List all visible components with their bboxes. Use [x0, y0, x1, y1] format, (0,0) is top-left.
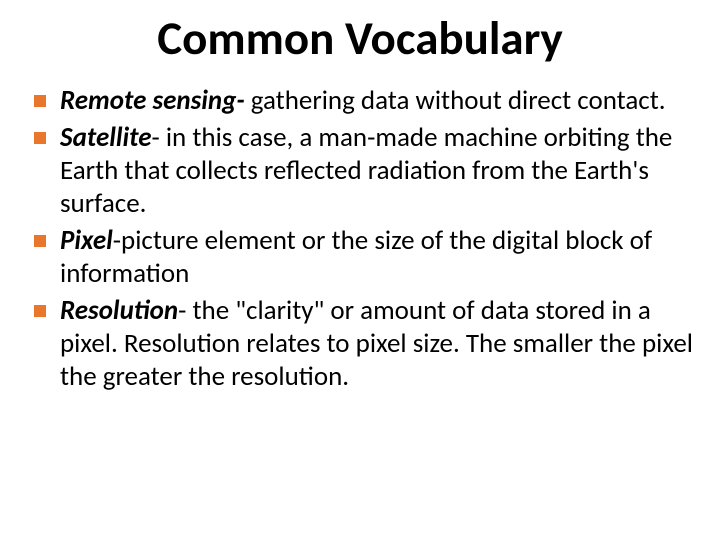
definition: -picture element or the size of the digi…	[60, 224, 652, 290]
term: Pixel	[60, 224, 113, 257]
term: Satellite	[60, 121, 151, 154]
vocab-list: Remote sensing- gathering data without d…	[18, 85, 702, 393]
definition: - in this case, a man-made machine orbit…	[60, 121, 672, 220]
term: Resolution	[60, 294, 178, 327]
list-item: Remote sensing- gathering data without d…	[18, 85, 702, 118]
term: Remote sensing-	[60, 84, 251, 117]
list-item: Satellite- in this case, a man-made mach…	[18, 122, 702, 221]
list-item: Pixel-picture element or the size of the…	[18, 225, 702, 291]
slide-title: Common Vocabulary	[18, 14, 702, 63]
definition: gathering data without direct contact.	[251, 84, 666, 117]
list-item: Resolution- the "clarity" or amount of d…	[18, 295, 702, 394]
